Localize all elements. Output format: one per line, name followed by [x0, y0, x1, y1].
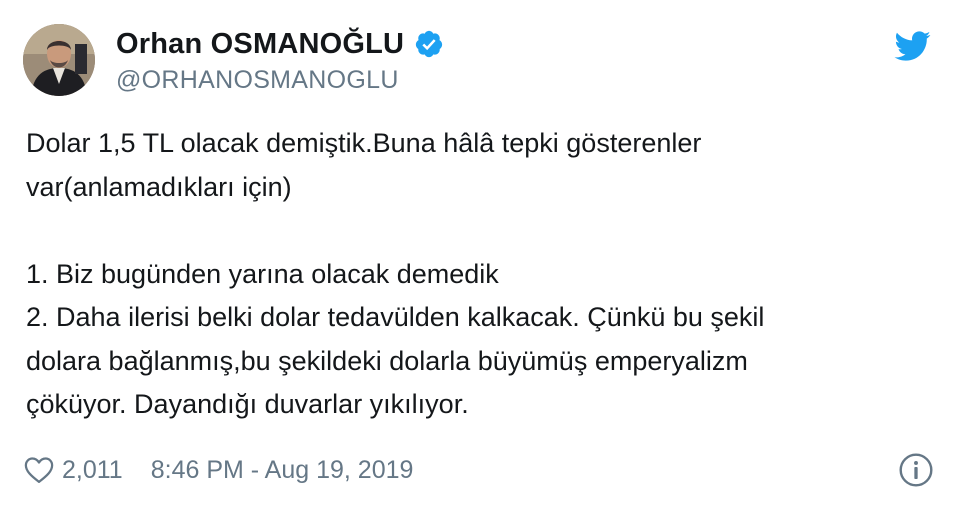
avatar[interactable]: [23, 24, 95, 96]
like-count[interactable]: 2,011: [62, 456, 123, 485]
tweet-line: dolara bağlanmış,bu şekildeki dolarla bü…: [26, 345, 748, 376]
info-icon[interactable]: [898, 452, 934, 488]
tweet-line: Dolar 1,5 TL olacak demiştik.Buna hâlâ t…: [26, 128, 702, 158]
author-handle[interactable]: @ORHANOSMANOGLU: [116, 66, 399, 95]
timestamp[interactable]: 8:46 PM - Aug 19, 2019: [151, 456, 414, 485]
display-name[interactable]: Orhan OSMANOĞLU: [116, 28, 404, 61]
tweet-text: Dolar 1,5 TL olacak demiştik.Buna hâlâ t…: [26, 122, 926, 427]
avatar-image: [23, 24, 95, 96]
twitter-bird-icon[interactable]: [893, 30, 931, 62]
tweet-footer: 2,011 8:46 PM - Aug 19, 2019: [24, 450, 934, 490]
tweet-line: var(anlamadıkları için): [26, 171, 292, 202]
tweet-card: Orhan OSMANOĞLU @ORHANOSMANOGLU Dolar 1,…: [0, 0, 956, 510]
heart-icon[interactable]: [24, 456, 54, 484]
tweet-line: 1. Biz bugünden yarına olacak demedik: [26, 258, 499, 289]
verified-badge-icon: [416, 30, 443, 58]
tweet-line: 2. Daha ilerisi belki dolar tedavülden k…: [26, 302, 765, 332]
author-name-row: Orhan OSMANOĞLU: [116, 26, 444, 62]
tweet-line: çöküyor. Dayandığı duvarlar yıkılıyor.: [26, 389, 469, 419]
